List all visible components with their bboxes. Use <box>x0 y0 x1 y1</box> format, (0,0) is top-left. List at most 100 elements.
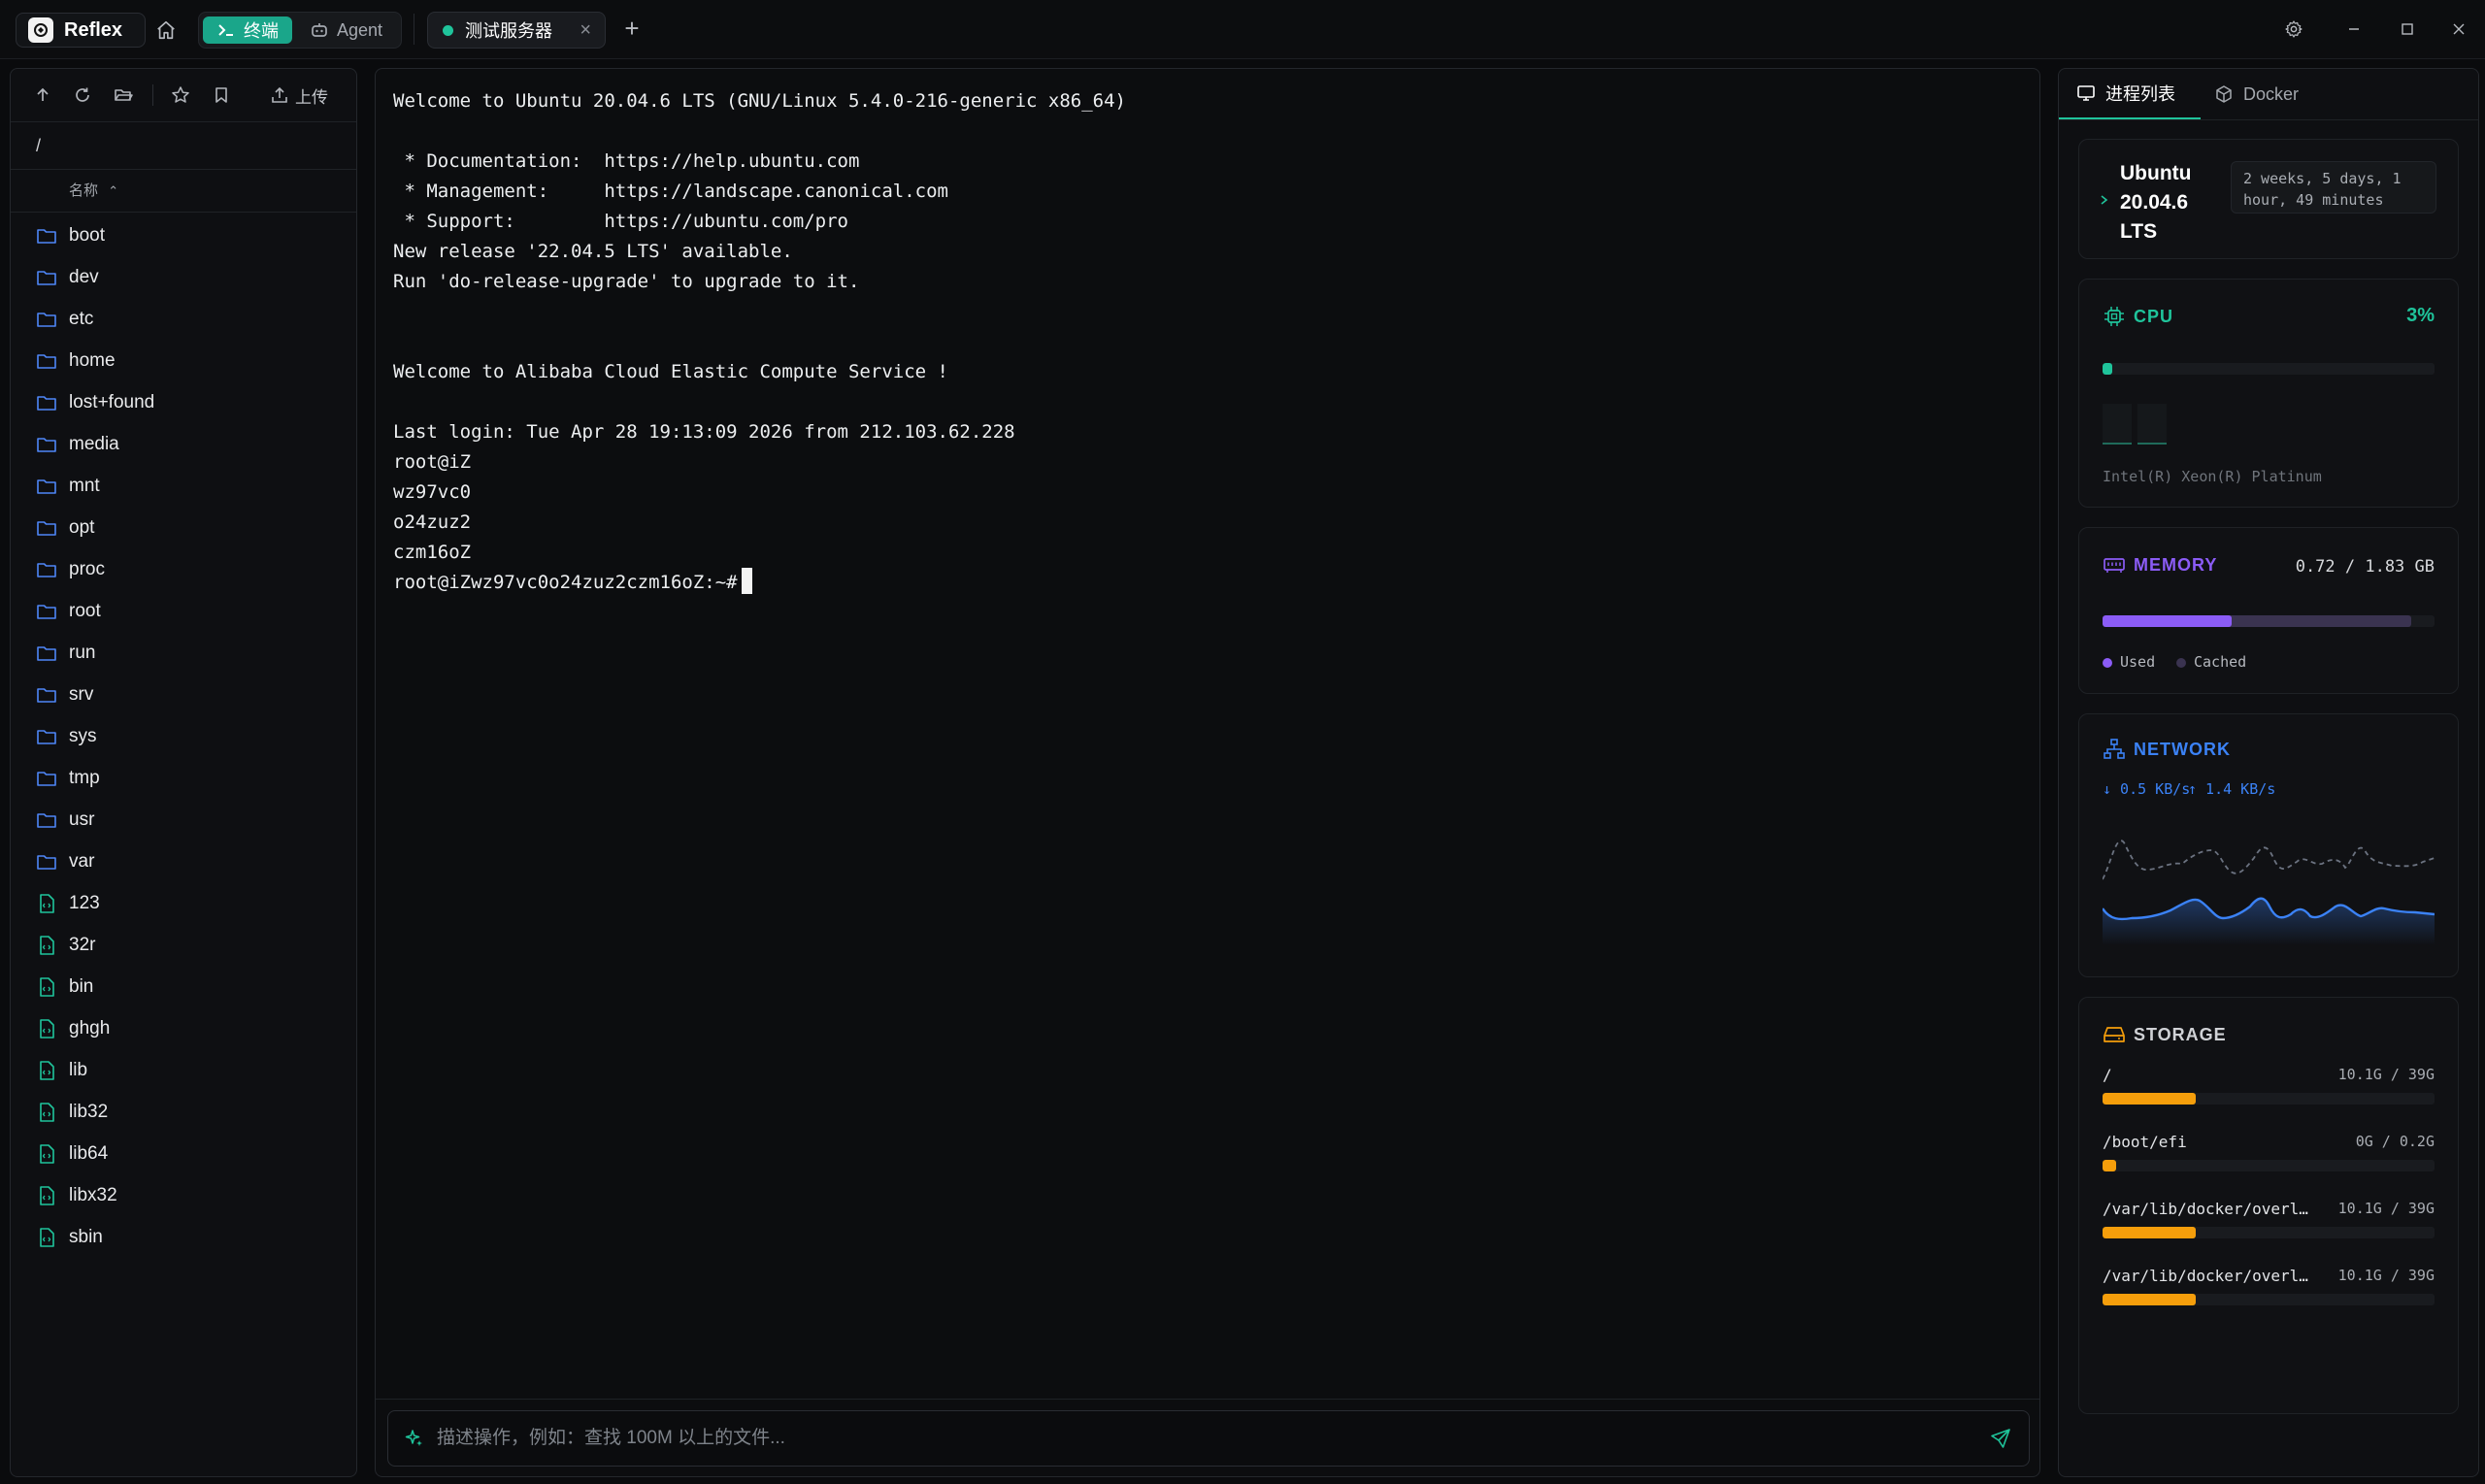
mount-usage-bar <box>2103 1093 2435 1105</box>
file-list-item[interactable]: media <box>11 423 356 465</box>
file-list-item[interactable]: usr <box>11 799 356 841</box>
mount-usage-bar <box>2103 1294 2435 1305</box>
folder-open-icon <box>115 89 133 101</box>
refresh-button[interactable] <box>70 82 95 108</box>
file-code-icon <box>36 1060 57 1081</box>
os-name: Ubuntu 20.04.6 LTS <box>2120 162 2192 243</box>
minimize-button[interactable] <box>2339 15 2369 44</box>
file-list-item[interactable]: root <box>11 590 356 632</box>
file-list-item[interactable]: tmp <box>11 757 356 799</box>
mount-usage-fill <box>2103 1294 2196 1305</box>
mount-path: /boot/efi <box>2103 1133 2187 1151</box>
folder-icon <box>36 559 57 580</box>
folder-icon <box>36 309 57 330</box>
file-browser: 上传 / 名称 ⌃ boot dev etc home lost+found media m… <box>10 68 357 1477</box>
file-list-item[interactable]: lib <box>11 1049 356 1091</box>
system-info-card: Ubuntu 20.04.6 LTS 2 weeks, 5 days, 1 ho… <box>2078 139 2459 259</box>
app-brand[interactable]: Reflex <box>16 13 146 48</box>
tab-close-icon[interactable]: × <box>580 20 591 40</box>
storage-mount-row: /var/lib/docker/overlay2/... 10.1G / 39G <box>2103 1267 2435 1315</box>
used-legend-dot <box>2103 658 2112 668</box>
cpu-usage-bar <box>2103 363 2435 375</box>
bookmark-button[interactable] <box>209 82 234 108</box>
mount-path: /var/lib/docker/overlay2/... <box>2103 1267 2316 1285</box>
file-name: 32r <box>69 934 96 955</box>
folder-icon <box>36 643 57 664</box>
file-name: etc <box>69 308 94 329</box>
file-name: ghgh <box>69 1017 111 1039</box>
upload-rate: ↑ 1.4 KB/s <box>2188 780 2276 798</box>
file-list-item[interactable]: var <box>11 841 356 882</box>
cpu-title: CPU <box>2134 307 2174 326</box>
mount-path: / <box>2103 1066 2112 1084</box>
agent-mode-button[interactable]: Agent <box>304 16 397 44</box>
name-column-header[interactable]: 名称 ⌃ <box>11 170 356 213</box>
arrow-up-icon <box>37 87 49 101</box>
file-list-item[interactable]: home <box>11 340 356 381</box>
file-list-item[interactable]: etc <box>11 298 356 340</box>
file-list-item[interactable]: 123 <box>11 882 356 924</box>
cached-legend-label: Cached <box>2194 653 2247 671</box>
column-label: 名称 <box>69 182 99 199</box>
file-list-item[interactable]: ghgh <box>11 1007 356 1049</box>
close-window-button[interactable] <box>2444 15 2473 44</box>
file-name: bin <box>69 975 94 997</box>
file-list-item[interactable]: sbin <box>11 1216 356 1258</box>
file-code-icon <box>36 976 57 998</box>
cpu-percent: 3% <box>2406 305 2435 326</box>
parent-dir-button[interactable] <box>30 82 55 108</box>
tab-docker-label: Docker <box>2243 83 2300 104</box>
file-name: lib32 <box>69 1101 109 1122</box>
folder-icon <box>36 684 57 706</box>
file-list-item[interactable]: 32r <box>11 924 356 966</box>
mount-usage: 10.1G / 39G <box>2337 1267 2435 1284</box>
terminal-panel[interactable]: Welcome to Ubuntu 20.04.6 LTS (GNU/Linux… <box>375 68 2040 1477</box>
file-list-item[interactable]: lost+found <box>11 381 356 423</box>
maximize-button[interactable] <box>2393 15 2422 44</box>
file-list-item[interactable]: srv <box>11 674 356 715</box>
mount-usage-fill <box>2103 1227 2196 1238</box>
file-list-item[interactable]: sys <box>11 715 356 757</box>
file-list-item[interactable]: lib64 <box>11 1133 356 1174</box>
cpu-core-2-meter <box>2137 404 2167 445</box>
file-list-item[interactable]: bin <box>11 966 356 1007</box>
terminal-cursor <box>741 568 752 594</box>
file-list-item[interactable]: opt <box>11 507 356 548</box>
current-path[interactable]: / <box>11 121 356 170</box>
file-list-item[interactable]: mnt <box>11 465 356 507</box>
shell-prompt: root@iZwz97vc0o24zuz2czm16oZ:~# <box>393 572 738 593</box>
file-list-item[interactable]: proc <box>11 548 356 590</box>
tab-processes[interactable]: 进程列表 <box>2059 69 2201 119</box>
upload-icon <box>272 86 287 103</box>
sparkle-icon <box>405 1430 422 1446</box>
tab-docker[interactable]: Docker <box>2214 69 2335 119</box>
favorite-button[interactable] <box>168 82 193 108</box>
ai-command-input[interactable] <box>435 1427 1990 1450</box>
file-list-item[interactable]: lib32 <box>11 1091 356 1133</box>
terminal-output[interactable]: Welcome to Ubuntu 20.04.6 LTS (GNU/Linux… <box>393 86 1126 598</box>
memory-usage: 0.72 / 1.83 GB <box>2295 557 2435 577</box>
settings-button[interactable] <box>2279 15 2308 44</box>
terminal-mode-button[interactable]: 终端 <box>203 16 292 44</box>
send-button[interactable] <box>1990 1428 2011 1449</box>
new-tab-button[interactable]: + <box>617 14 646 43</box>
file-code-icon <box>36 1185 57 1206</box>
ai-command-bar <box>387 1410 2030 1467</box>
file-code-icon <box>36 1018 57 1039</box>
tab-test-server[interactable]: 测试服务器 × <box>427 12 606 49</box>
upload-button[interactable]: 上传 <box>271 82 328 108</box>
folder-icon <box>36 601 57 622</box>
folder-icon <box>36 851 57 873</box>
folder-icon <box>36 809 57 831</box>
file-code-icon <box>36 1227 57 1248</box>
file-name: libx32 <box>69 1184 117 1205</box>
file-list-item[interactable]: boot <box>11 214 356 256</box>
home-button[interactable] <box>151 16 181 45</box>
file-list-item[interactable]: libx32 <box>11 1174 356 1216</box>
monitor-icon <box>2077 85 2095 101</box>
close-icon <box>2453 23 2465 35</box>
file-list-item[interactable]: run <box>11 632 356 674</box>
open-folder-button[interactable] <box>111 82 136 108</box>
file-list-item[interactable]: dev <box>11 256 356 298</box>
app-name: Reflex <box>64 18 123 41</box>
